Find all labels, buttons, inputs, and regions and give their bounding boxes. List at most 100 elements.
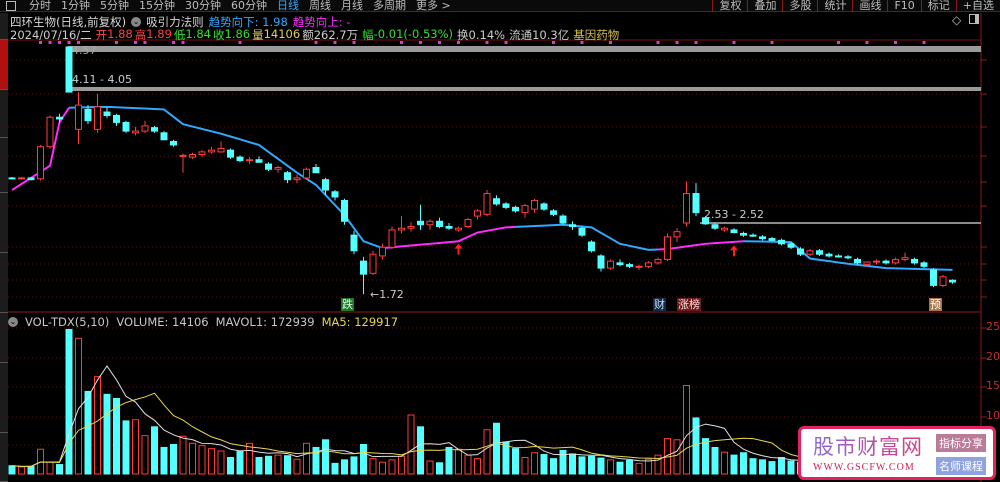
band-label-1: 4.11 - 4.05 (72, 73, 132, 86)
signal-dot (694, 41, 698, 44)
chevron-down-icon[interactable]: ⌄ (8, 317, 18, 327)
volume-bar-down (113, 397, 120, 475)
high-value: 1.89 (146, 27, 172, 41)
event-tag-cai[interactable]: 财 (653, 298, 666, 311)
volume-bar-up (398, 455, 405, 475)
candle-up (464, 219, 472, 227)
candle-up (607, 260, 614, 269)
volume-bar-up (293, 458, 301, 475)
candle-up (37, 146, 44, 180)
watermark-url: WWW.GSCFW.COM (813, 462, 915, 473)
signal-dot (675, 41, 679, 44)
candle-down (284, 172, 291, 181)
kline-chart[interactable] (0, 0, 1000, 482)
teacher-course-button[interactable]: 名师课程 (936, 457, 986, 475)
event-tag-yu[interactable]: 预 (929, 298, 942, 311)
candle-down (559, 215, 567, 224)
volume-bar-down (540, 454, 548, 475)
candle-up (94, 106, 101, 130)
volume-bar-up (46, 461, 54, 475)
volume-label: 量 (252, 28, 264, 42)
candle-up (483, 193, 491, 215)
candle-down (626, 264, 633, 267)
amount-value: 额262.7万 (302, 28, 359, 42)
chevron-down-icon[interactable]: ⌄ (131, 17, 142, 27)
low-label: 低 (173, 28, 186, 42)
event-tag-zhangbang[interactable]: 涨榜 (677, 298, 701, 311)
volume-bar-up (179, 435, 187, 475)
candle-down (825, 253, 833, 257)
volume-bar-down (626, 459, 633, 475)
quote-line: 2024/07/16/二 开 1.88 高 1.89 低 1.84 收 1.86 量 14… (10, 27, 619, 43)
indicator-share-button[interactable]: 指标分享 (936, 434, 986, 452)
candle-up (683, 193, 690, 224)
volume-bar-down (616, 461, 624, 475)
candle-down (122, 121, 130, 132)
candle-down (417, 220, 424, 226)
event-tag-die[interactable]: 跌 (341, 298, 354, 311)
candle-down (759, 236, 766, 240)
volume-bar-up (721, 451, 728, 475)
high-label: 高 (134, 28, 147, 42)
volume-indicator-name[interactable]: VOL-TDX(5,10) (25, 315, 109, 329)
candle-down (920, 262, 928, 267)
candle-down (512, 206, 519, 212)
signal-dot (837, 41, 840, 44)
volume-bar-up (132, 419, 139, 475)
candle-up (863, 261, 871, 266)
volume-bar-up (141, 435, 149, 475)
price-band-high (68, 46, 981, 52)
volume-bar-down (702, 438, 709, 475)
volume-readout: VOLUME: 14106 (116, 315, 209, 329)
volume-axis-label: 15 (986, 379, 1000, 392)
low-value: 1.84 (185, 27, 211, 41)
sector-link[interactable]: 基因药物 (573, 27, 619, 43)
volume-bar-up (607, 459, 614, 475)
candle-up (892, 258, 899, 264)
volume-bar-up (274, 454, 282, 475)
mavol1-readout: MAVOL1: 172939 (215, 315, 315, 329)
panel-toggle-icon[interactable] (969, 14, 979, 24)
candle-up (806, 250, 814, 255)
candle-up (455, 227, 462, 231)
volume-bar-up (407, 414, 415, 475)
candle-down (882, 260, 890, 264)
volume-bar-up (426, 460, 434, 475)
volume-bar-up (673, 439, 681, 475)
volume-bar-up (18, 466, 25, 475)
candle-down (8, 177, 16, 180)
volume-bar-down (730, 454, 738, 475)
candle-down (170, 141, 177, 146)
candle-down (445, 225, 453, 229)
volume-bar-up (303, 442, 310, 475)
candle-down (312, 167, 320, 174)
candle-up (246, 159, 253, 162)
candle-up (198, 151, 206, 156)
buy-arrow-icon (454, 243, 463, 255)
volume-bar-down (284, 455, 291, 475)
volume-bar-down (236, 451, 244, 475)
volume-axis-label: 25 (986, 320, 1000, 333)
volume-bar-down (227, 456, 234, 475)
candle-down (816, 250, 823, 255)
volume-bar-up (198, 445, 206, 475)
volume-bar-down (27, 465, 35, 475)
candle-down (360, 260, 367, 275)
candle-up (654, 258, 662, 264)
candle-up (901, 257, 909, 260)
signal-dot (732, 41, 736, 44)
candle-down (113, 114, 120, 123)
volume-bar-down (122, 420, 130, 475)
volume-bar-up (474, 458, 481, 475)
candle-up (645, 262, 652, 267)
signal-dot (894, 41, 897, 44)
band-label-2: 2.53 - 2.52 (704, 208, 764, 221)
volume-bar-down (265, 455, 272, 475)
candle-down (597, 255, 605, 269)
candle-down (227, 149, 234, 158)
volume-bar-down (436, 462, 443, 475)
close-value: 1.86 (224, 27, 251, 41)
diamond-icon[interactable]: ◇ (952, 13, 961, 27)
candle-up (664, 236, 671, 260)
candle-down (160, 132, 168, 141)
